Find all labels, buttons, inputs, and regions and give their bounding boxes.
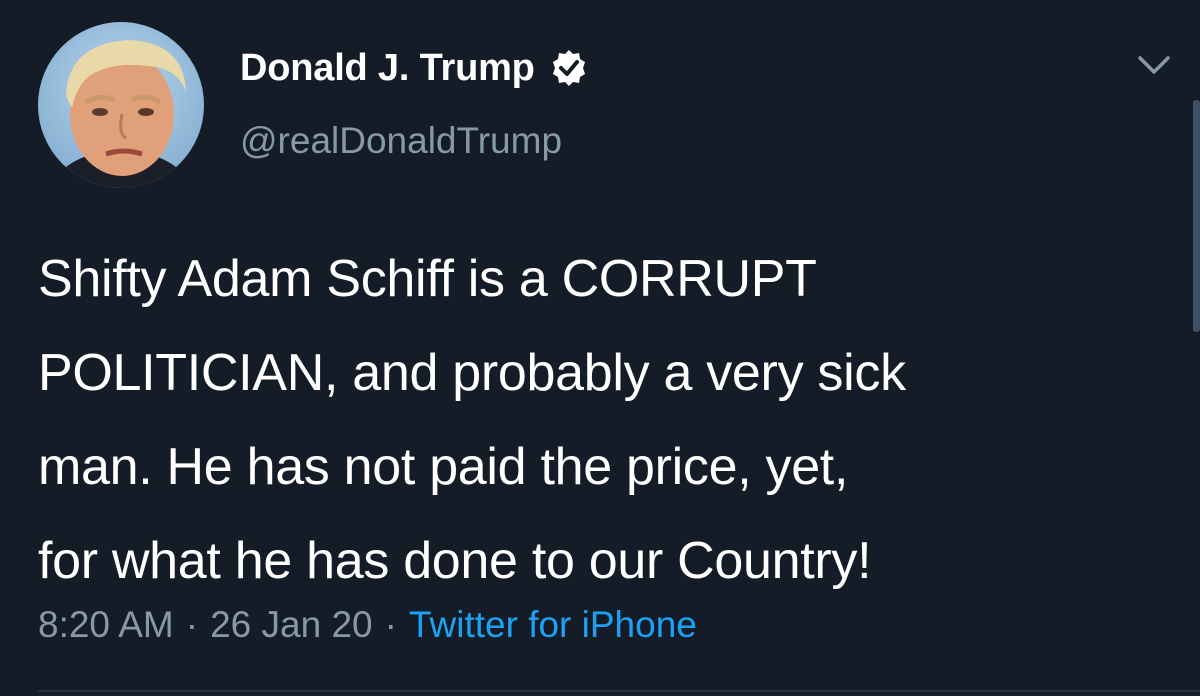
scrollbar[interactable] (1193, 100, 1200, 332)
meta-separator: · (185, 604, 199, 645)
tweet-text-line: Shifty Adam Schiff is a CORRUPT (38, 250, 817, 308)
verified-badge-icon (549, 48, 589, 88)
avatar-image (38, 22, 204, 188)
author-display-name: Donald J. Trump (240, 46, 535, 89)
chevron-down-icon[interactable] (1134, 48, 1174, 80)
tweet-text: Shifty Adam Schiff is a CORRUPT POLITICI… (38, 232, 1178, 608)
tweet-source-link[interactable]: Twitter for iPhone (409, 604, 697, 646)
tweet-text-line: for what he has done to our Country! (38, 532, 872, 590)
author-name-row[interactable]: Donald J. Trump (240, 44, 589, 92)
meta-separator: · (384, 604, 397, 645)
tweet-date[interactable]: 26 Jan 20 (210, 604, 373, 646)
tweet-text-line: POLITICIAN, and probably a very sick (38, 344, 906, 402)
tweet-meta: 8:20 AM · 26 Jan 20 · Twitter for iPhone (38, 604, 697, 646)
author-avatar[interactable] (38, 22, 204, 188)
tweet-card: Donald J. Trump @realDonaldTrump Shifty … (0, 0, 1200, 696)
divider (38, 690, 1200, 692)
author-handle[interactable]: @realDonaldTrump (240, 120, 562, 162)
tweet-text-line: man. He has not paid the price, yet, (38, 438, 849, 496)
tweet-time[interactable]: 8:20 AM (38, 604, 174, 646)
